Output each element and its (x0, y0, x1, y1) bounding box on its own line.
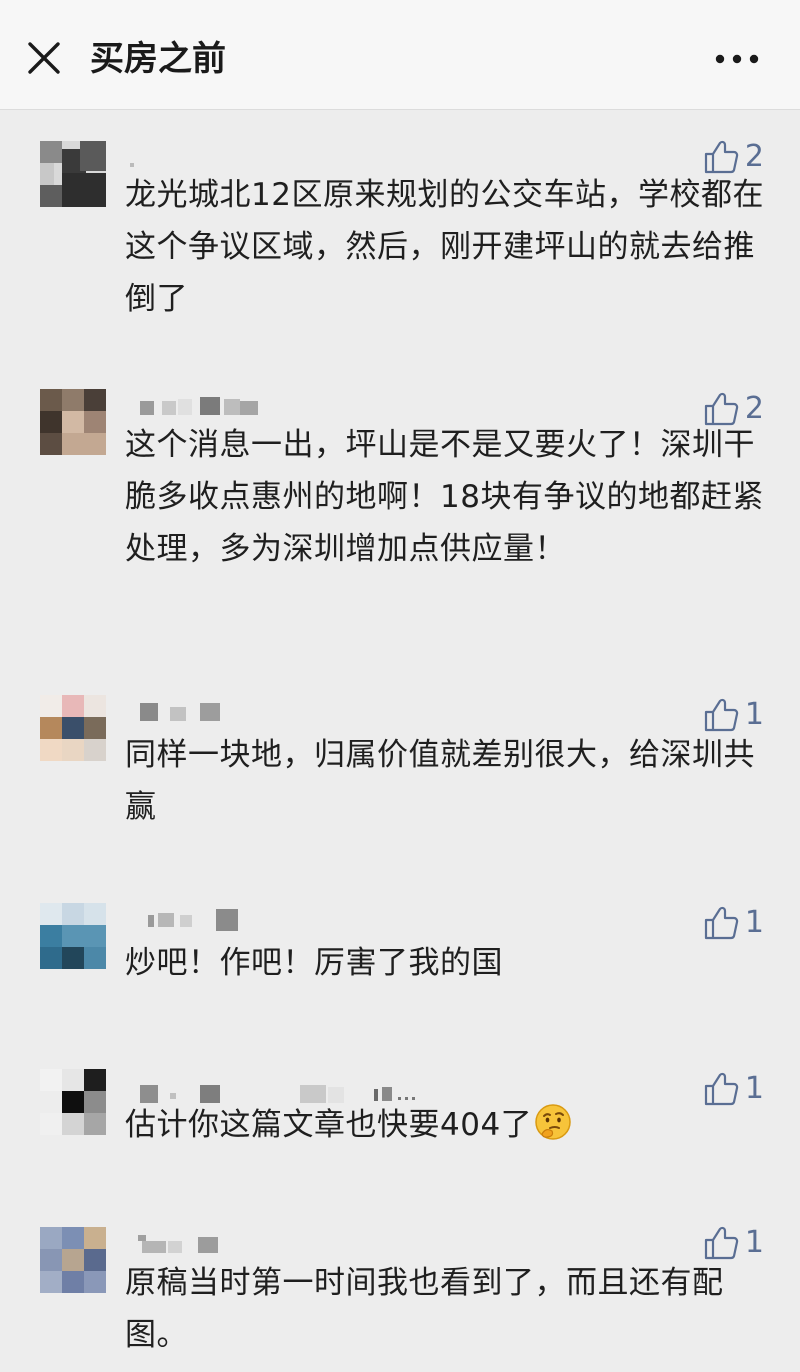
avatar[interactable] (40, 1227, 106, 1293)
comment-text: 原稿当时第一时间我也看到了，而且还有配图。 (125, 1265, 724, 1353)
page-title: 买房之前 (90, 39, 226, 79)
nickname-blurred[interactable] (128, 393, 268, 417)
like-count: 1 (744, 1225, 764, 1260)
thumbs-up-icon (703, 905, 739, 941)
thinking-face-emoji (534, 1103, 572, 1141)
comment-text: 估计你这篇文章也快要404了 (125, 1099, 765, 1151)
comment-text: 炒吧！作吧！厉害了我的国 (125, 945, 503, 981)
thumbs-up-icon (703, 697, 739, 733)
like-count: 1 (744, 905, 764, 940)
close-icon (24, 38, 64, 78)
more-options-button[interactable] (714, 44, 760, 74)
avatar[interactable] (40, 695, 106, 761)
like-count: 1 (744, 697, 764, 732)
avatar[interactable] (40, 141, 106, 207)
more-dots-icon (714, 44, 760, 74)
thumbs-up-icon (703, 1225, 739, 1261)
avatar[interactable] (40, 1069, 106, 1135)
top-bar: 买房之前 (0, 0, 800, 110)
nickname-blurred[interactable] (128, 1231, 228, 1255)
avatar[interactable] (40, 389, 106, 455)
close-button[interactable] (24, 38, 64, 78)
comment-text: 龙光城北12区原来规划的公交车站，学校都在这个争议区域，然后，刚开建坪山的就去给… (125, 177, 764, 317)
comment-text: 这个消息一出，坪山是不是又要火了！深圳干脆多收点惠州的地啊！18块有争议的地都赶… (125, 427, 764, 567)
nickname-blurred[interactable] (128, 907, 248, 931)
avatar[interactable] (40, 903, 106, 969)
comment-text-body: 估计你这篇文章也快要404了 (125, 1107, 533, 1143)
comment-text: 同样一块地，归属价值就差别很大，给深圳共赢 (125, 737, 755, 825)
nickname-blurred[interactable] (128, 699, 228, 723)
